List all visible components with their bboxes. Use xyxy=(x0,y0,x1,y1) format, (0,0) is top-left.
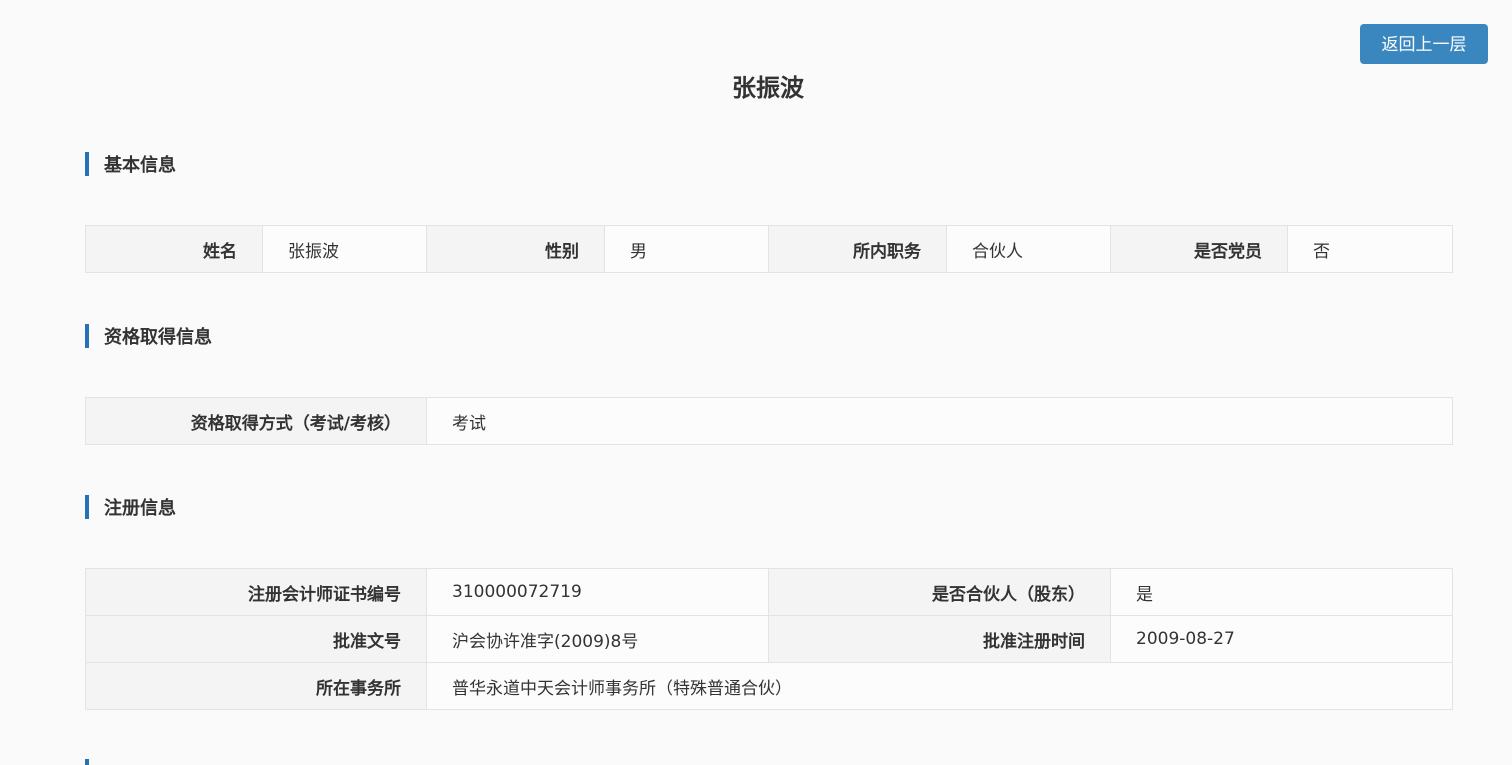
partner-label: 是否合伙人（股东） xyxy=(768,568,1111,616)
table-row: 所在事务所 普华永道中天会计师事务所（特殊普通合伙） xyxy=(85,662,1453,710)
approval-date-value: 2009-08-27 xyxy=(1110,615,1453,663)
qualification-method-value: 考试 xyxy=(426,397,1453,445)
party-member-label: 是否党员 xyxy=(1110,225,1288,273)
section-title-basic: 基本信息 xyxy=(104,155,176,176)
section-accent-bar xyxy=(85,495,89,519)
back-button[interactable]: 返回上一层 xyxy=(1360,24,1488,64)
partner-value: 是 xyxy=(1110,568,1453,616)
position-label: 所内职务 xyxy=(768,225,947,273)
firm-value: 普华永道中天会计师事务所（特殊普通合伙） xyxy=(426,662,1453,710)
cert-number-value: 310000072719 xyxy=(426,568,769,616)
name-label: 姓名 xyxy=(85,225,263,273)
section-header-registration: 注册信息 xyxy=(85,495,176,519)
section-title-registration: 注册信息 xyxy=(104,498,176,519)
party-member-value: 否 xyxy=(1287,225,1453,273)
firm-label: 所在事务所 xyxy=(85,662,427,710)
position-value: 合伙人 xyxy=(946,225,1111,273)
gender-label: 性别 xyxy=(426,225,605,273)
section-header-basic: 基本信息 xyxy=(85,152,176,176)
section-title-qualification: 资格取得信息 xyxy=(104,327,212,348)
approval-number-label: 批准文号 xyxy=(85,615,427,663)
table-row: 批准文号 沪会协许准字(2009)8号 批准注册时间 2009-08-27 xyxy=(85,615,1453,663)
section-accent-bar xyxy=(85,152,89,176)
cert-number-label: 注册会计师证书编号 xyxy=(85,568,427,616)
qualification-method-label: 资格取得方式（考试/考核） xyxy=(85,397,427,445)
gender-value: 男 xyxy=(604,225,769,273)
table-row: 资格取得方式（考试/考核） 考试 xyxy=(85,397,1453,445)
approval-date-label: 批准注册时间 xyxy=(768,615,1111,663)
page-title: 张振波 xyxy=(732,74,804,102)
qualification-table: 资格取得方式（考试/考核） 考试 xyxy=(85,397,1453,445)
section-accent-bar xyxy=(85,759,89,765)
table-row: 姓名 张振波 性别 男 所内职务 合伙人 是否党员 否 xyxy=(85,225,1453,273)
table-row: 注册会计师证书编号 310000072719 是否合伙人（股东） 是 xyxy=(85,568,1453,616)
registration-table: 注册会计师证书编号 310000072719 是否合伙人（股东） 是 批准文号 … xyxy=(85,568,1453,710)
basic-info-table: 姓名 张振波 性别 男 所内职务 合伙人 是否党员 否 xyxy=(85,225,1453,273)
approval-number-value: 沪会协许准字(2009)8号 xyxy=(426,615,769,663)
name-value: 张振波 xyxy=(262,225,427,273)
section-header-qualification: 资格取得信息 xyxy=(85,324,212,348)
section-accent-bar xyxy=(85,324,89,348)
